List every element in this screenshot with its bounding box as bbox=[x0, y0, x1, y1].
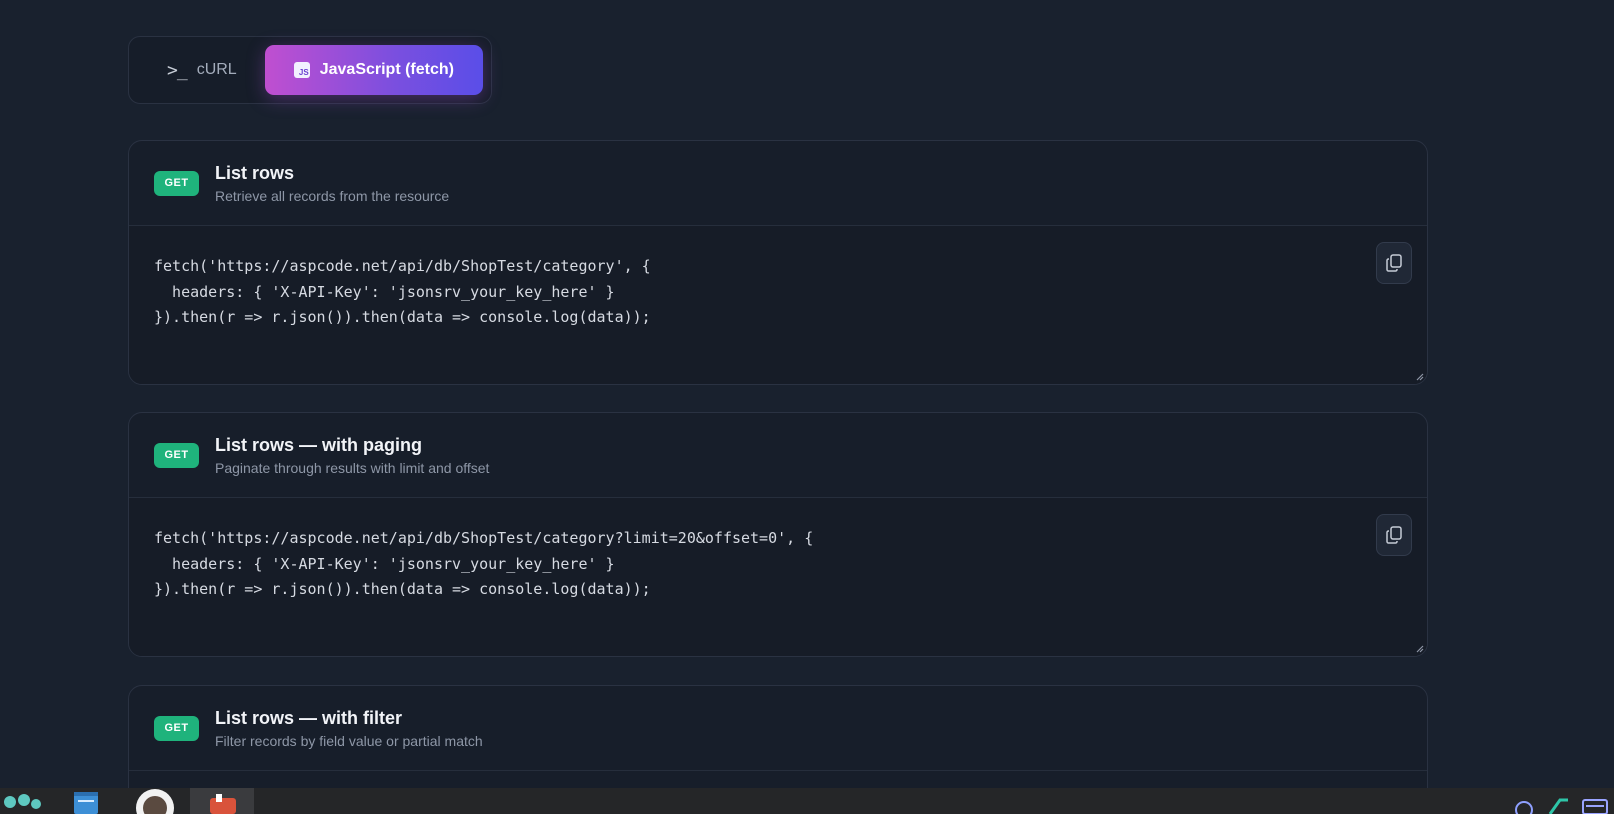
tab-javascript-fetch-label: JavaScript (fetch) bbox=[319, 61, 454, 78]
system-tray-icon[interactable] bbox=[1580, 788, 1610, 814]
resize-handle-icon[interactable] bbox=[1415, 644, 1424, 653]
endpoint-card-list-rows-filter: GET List rows — with filter Filter recor… bbox=[128, 685, 1428, 805]
method-badge: GET bbox=[154, 715, 199, 741]
endpoint-subtitle: Paginate through results with limit and … bbox=[215, 459, 490, 476]
taskbar bbox=[0, 788, 1614, 814]
code-snippet[interactable]: fetch('https://aspcode.net/api/db/ShopTe… bbox=[154, 254, 1402, 331]
copy-icon bbox=[1386, 526, 1402, 544]
avatar-app-icon[interactable] bbox=[134, 788, 176, 814]
tab-javascript-fetch[interactable]: JS JavaScript (fetch) bbox=[264, 45, 483, 95]
copy-button[interactable] bbox=[1376, 514, 1412, 556]
text-editor-icon[interactable] bbox=[72, 788, 100, 814]
resize-handle-icon[interactable] bbox=[1415, 372, 1424, 381]
endpoint-title: List rows bbox=[215, 162, 295, 183]
code-textarea[interactable]: fetch('https://aspcode.net/api/db/ShopTe… bbox=[129, 498, 1427, 656]
endpoint-title: List rows — with paging bbox=[215, 434, 422, 455]
copy-icon bbox=[1386, 254, 1402, 272]
active-app-slot[interactable] bbox=[190, 788, 254, 814]
endpoint-subtitle: Retrieve all records from the resource bbox=[215, 187, 450, 204]
endpoint-header: GET List rows — with filter Filter recor… bbox=[129, 686, 1427, 771]
app-launcher-icon[interactable] bbox=[0, 788, 44, 814]
endpoint-subtitle: Filter records by field value or partial… bbox=[215, 732, 483, 749]
method-badge: GET bbox=[154, 442, 199, 468]
language-tabs: >_ cURL JS JavaScript (fetch) bbox=[128, 36, 492, 104]
endpoint-header: GET List rows Retrieve all records from … bbox=[129, 141, 1427, 226]
terminal-icon: >_ bbox=[167, 59, 188, 81]
code-snippet[interactable]: fetch('https://aspcode.net/api/db/ShopTe… bbox=[154, 526, 1402, 603]
method-badge: GET bbox=[154, 170, 199, 196]
tab-curl[interactable]: >_ cURL bbox=[137, 45, 257, 95]
presentation-app-icon bbox=[210, 794, 236, 814]
network-icon[interactable] bbox=[1546, 788, 1570, 814]
page: >_ cURL JS JavaScript (fetch) GET List r… bbox=[0, 0, 1614, 814]
endpoint-header: GET List rows — with paging Paginate thr… bbox=[129, 413, 1427, 498]
endpoint-title: List rows — with filter bbox=[215, 707, 403, 728]
endpoint-card-list-rows-paging: GET List rows — with paging Paginate thr… bbox=[128, 412, 1428, 657]
notification-icon[interactable] bbox=[1512, 788, 1536, 814]
endpoint-card-list-rows: GET List rows Retrieve all records from … bbox=[128, 140, 1428, 385]
code-textarea[interactable]: fetch('https://aspcode.net/api/db/ShopTe… bbox=[129, 226, 1427, 384]
js-file-icon: JS bbox=[293, 62, 310, 78]
tab-curl-label: cURL bbox=[196, 61, 237, 78]
copy-button[interactable] bbox=[1376, 242, 1412, 284]
